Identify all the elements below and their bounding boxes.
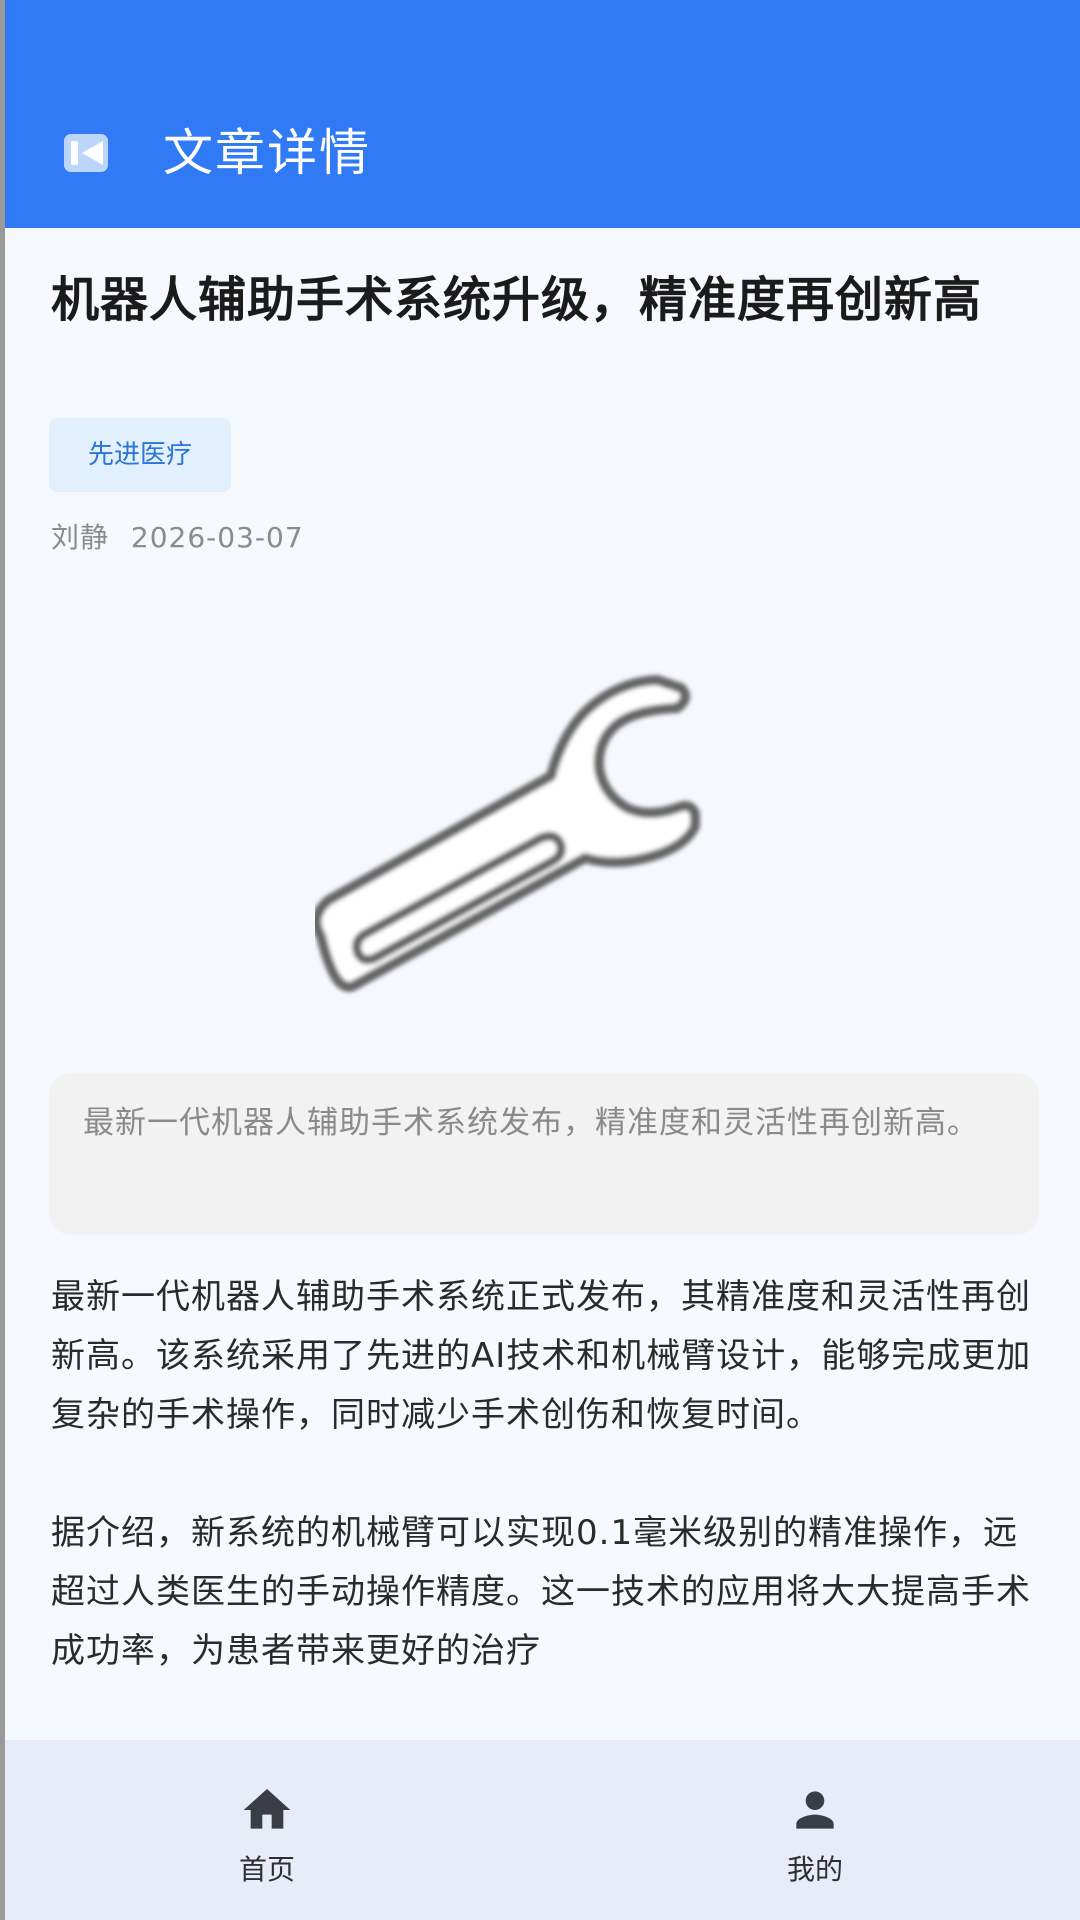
back-button[interactable]	[61, 128, 111, 178]
article-paragraph: 最新一代机器人辅助手术系统正式发布，其精准度和灵活性再创新高。该系统采用了先进的…	[51, 1277, 1032, 1435]
article-paragraph: 据介绍，新系统的机械臂可以实现0.1毫米级别的精准操作，远超过人类医生的手动操作…	[51, 1513, 1031, 1671]
app-bar: 文章详情	[5, 0, 1080, 228]
person-icon	[787, 1782, 843, 1838]
hero-image	[315, 668, 795, 1008]
article-summary: 最新一代机器人辅助手术系统发布，精准度和灵活性再创新高。	[49, 1073, 1039, 1235]
author-name: 刘静	[51, 521, 110, 554]
nav-item-label: 我的	[786, 1853, 843, 1886]
home-icon	[239, 1782, 295, 1838]
back-icon	[64, 134, 108, 172]
category-tag[interactable]: 先进医疗	[49, 418, 231, 492]
nav-item-home[interactable]: 首页	[167, 1740, 367, 1920]
bottom-navigation: 首页 我的	[5, 1740, 1080, 1920]
article-title: 机器人辅助手术系统升级，精准度再创新高	[51, 272, 983, 328]
wrench-icon	[315, 675, 700, 992]
article-meta: 刘静 2026-03-07	[51, 518, 304, 558]
article-body: 最新一代机器人辅助手术系统正式发布，其精准度和灵活性再创新高。该系统采用了先进的…	[51, 1268, 1041, 1740]
page-title: 文章详情	[163, 124, 371, 182]
window-edge	[0, 0, 5, 1920]
publish-date: 2026-03-07	[130, 521, 304, 554]
nav-item-profile[interactable]: 我的	[715, 1740, 915, 1920]
article-content[interactable]: 机器人辅助手术系统升级，精准度再创新高 先进医疗 刘静 2026-03-07 最…	[5, 228, 1080, 1740]
nav-item-label: 首页	[238, 1853, 295, 1886]
